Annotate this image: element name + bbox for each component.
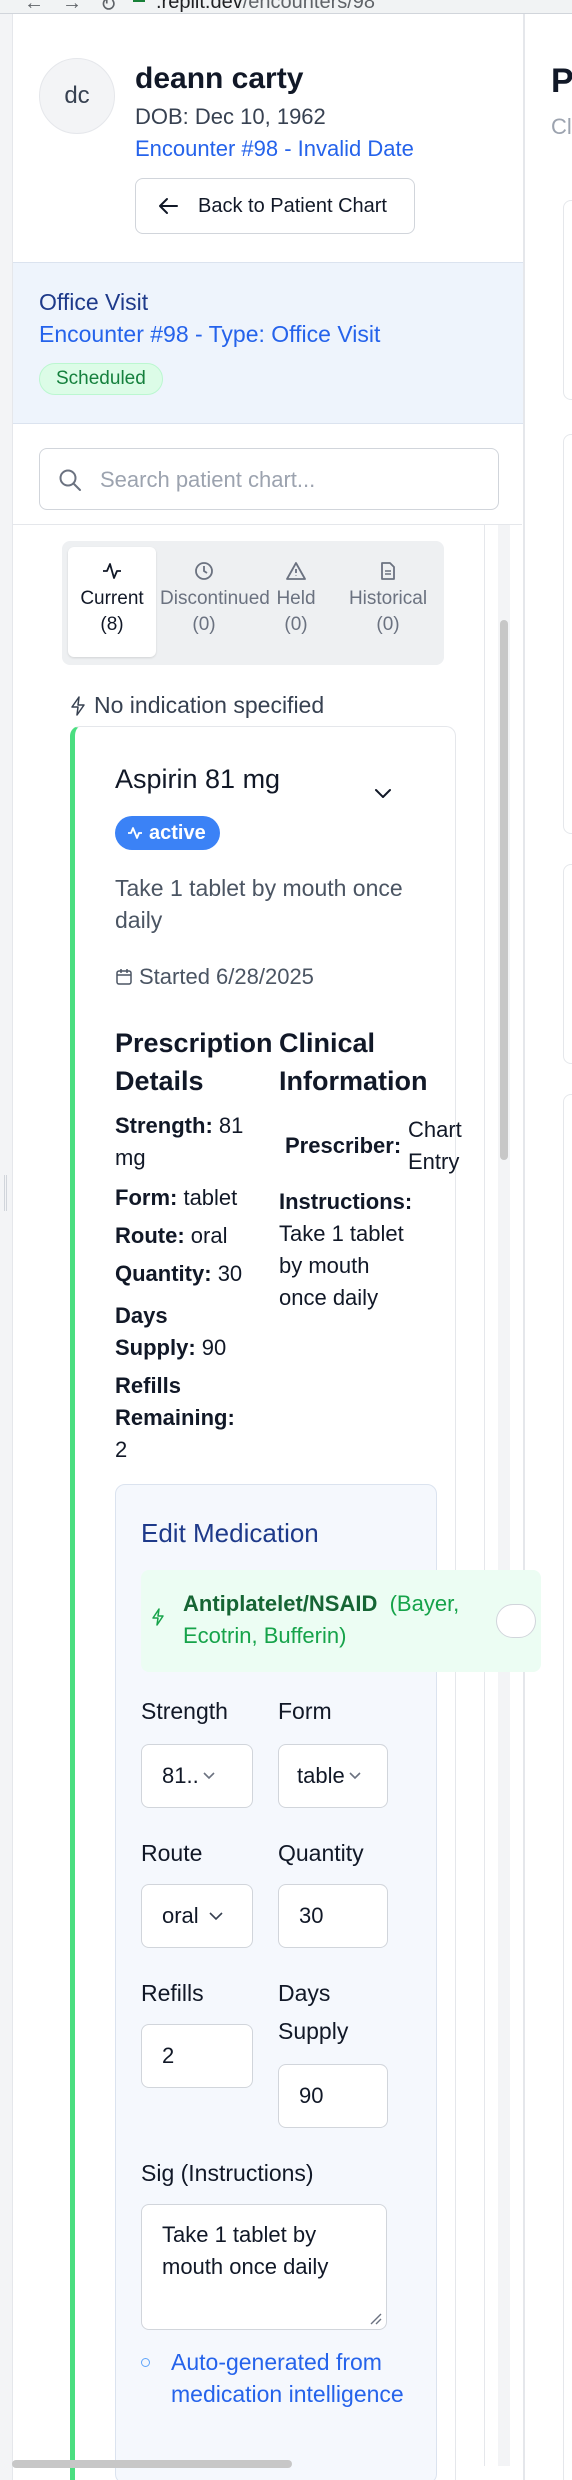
main-panel-card xyxy=(563,434,572,834)
forward-arrow-icon[interactable]: → xyxy=(62,0,82,13)
url-text[interactable]: .replit.dev/encounters/98 xyxy=(156,0,375,13)
main-panel-card xyxy=(563,864,572,1064)
content-border xyxy=(484,525,485,2466)
warning-icon xyxy=(286,562,306,580)
detail-quantity: Quantity: 30 xyxy=(115,1261,243,1286)
chevron-down-icon[interactable] xyxy=(374,788,392,800)
edit-medication-title: Edit Medication xyxy=(141,1518,319,1548)
back-to-chart-button[interactable]: Back to Patient Chart xyxy=(135,178,415,234)
auto-generated-note[interactable]: Auto-generated from medication intellige… xyxy=(141,2346,421,2410)
refills-input[interactable]: 2 xyxy=(141,2024,253,2088)
document-icon xyxy=(381,562,395,580)
bolt-icon xyxy=(71,695,85,716)
divider xyxy=(12,524,522,525)
route-select[interactable]: oral xyxy=(141,1884,253,1948)
days-supply-label: Days Supply xyxy=(278,1980,349,2044)
resize-handle[interactable] xyxy=(4,1175,7,1211)
medication-name: Aspirin 81 mg xyxy=(115,764,281,794)
main-panel-subtitle: Cl xyxy=(551,114,572,139)
avatar: dc xyxy=(39,58,115,134)
tab-discontinued[interactable]: Discontinued (0) xyxy=(160,547,270,657)
detail-route: Route: oral xyxy=(115,1223,228,1248)
main-panel-title: P xyxy=(551,62,572,100)
info-dot-icon xyxy=(141,2358,150,2367)
clinical-instructions: Instructions: Take 1 tablet by mouth once d… xyxy=(279,1189,413,1310)
visit-type: Office Visit xyxy=(39,289,149,315)
quantity-label: Quantity xyxy=(278,1840,364,1866)
tab-held[interactable]: Held (0) xyxy=(252,547,340,657)
clinical-information-title: Clinical Information xyxy=(279,1028,428,1096)
main-panel-card xyxy=(563,200,572,400)
resize-grip-icon[interactable] xyxy=(368,2311,382,2325)
detail-days-supply: Days Supply: 90 xyxy=(115,1303,227,1360)
indication-note: No indication specified xyxy=(70,692,324,719)
encounter-link[interactable]: Encounter #98 - Invalid Date xyxy=(135,136,414,162)
visit-summary: Office Visit Encounter #98 - Type: Offic… xyxy=(13,262,523,424)
refills-label: Refills xyxy=(141,1980,204,2006)
search-icon xyxy=(59,469,81,491)
back-button-label: Back to Patient Chart xyxy=(198,194,387,217)
visit-encounter: Encounter #98 - Type: Office Visit xyxy=(39,321,381,347)
patient-dob: DOB: Dec 10, 1962 xyxy=(135,104,326,129)
drug-class-text: Antiplatelet/NSAID (Bayer, Ecotrin, Buff… xyxy=(183,1591,460,1648)
activity-icon xyxy=(128,827,142,839)
quantity-input[interactable]: 30 xyxy=(278,1884,388,1948)
site-info-icon[interactable] xyxy=(130,0,148,8)
medication-sig: Take 1 tablet by mouth once daily xyxy=(115,875,403,933)
scrollbar-thumb[interactable] xyxy=(500,620,508,1160)
browser-url-bar[interactable]: ← → ↻ .replit.dev/encounters/98 xyxy=(0,0,572,14)
activity-icon xyxy=(103,563,121,579)
form-label: Form xyxy=(278,1698,332,1724)
horizontal-scrollbar[interactable] xyxy=(12,2460,292,2468)
bolt-icon xyxy=(152,1608,164,1626)
main-panel-card xyxy=(563,1094,572,2480)
chevron-down-icon xyxy=(209,1911,223,1920)
status-badge: Scheduled xyxy=(39,363,163,395)
route-label: Route xyxy=(141,1840,203,1866)
start-date: Started 6/28/2025 xyxy=(115,964,314,990)
chevron-down-icon xyxy=(349,1772,361,1780)
arrow-left-icon xyxy=(159,198,178,214)
sig-label: Sig (Instructions) xyxy=(141,2160,314,2186)
form-select[interactable]: table xyxy=(278,1744,388,1808)
clock-icon xyxy=(195,562,213,580)
prescription-details-title: Prescription Details xyxy=(115,1028,273,1096)
strength-select[interactable]: 81.. xyxy=(141,1744,253,1808)
main-panel: P Cl xyxy=(524,14,572,2480)
clinical-prescriber-key: Prescriber: xyxy=(285,1133,402,1158)
panel-gutter xyxy=(0,14,12,2480)
clinical-prescriber-value: Chart Entry xyxy=(408,1117,462,1174)
patient-name: deann carty xyxy=(135,62,304,95)
calendar-icon xyxy=(116,969,132,985)
search-input[interactable] xyxy=(100,463,480,497)
strength-label: Strength xyxy=(141,1698,228,1724)
detail-form: Form: tablet xyxy=(115,1185,238,1210)
days-supply-input[interactable]: 90 xyxy=(278,2064,388,2128)
chevron-down-icon xyxy=(203,1772,215,1780)
detail-refills: Refills Remaining: 2 xyxy=(115,1373,235,1462)
search-box[interactable] xyxy=(39,448,499,510)
medication-tabs: Current (8) Discontinued (0) Held (0) Hi… xyxy=(62,541,444,665)
back-arrow-icon[interactable]: ← xyxy=(24,0,44,13)
drug-class-pill[interactable] xyxy=(496,1604,536,1638)
tab-current[interactable]: Current (8) xyxy=(68,547,156,657)
sig-textarea[interactable]: Take 1 tablet by mouth once daily xyxy=(141,2204,387,2330)
medication-status-badge: active xyxy=(115,816,220,850)
tab-historical[interactable]: Historical (0) xyxy=(344,547,432,657)
reload-icon[interactable]: ↻ xyxy=(100,0,117,13)
detail-strength: Strength: 81 mg xyxy=(115,1113,244,1170)
